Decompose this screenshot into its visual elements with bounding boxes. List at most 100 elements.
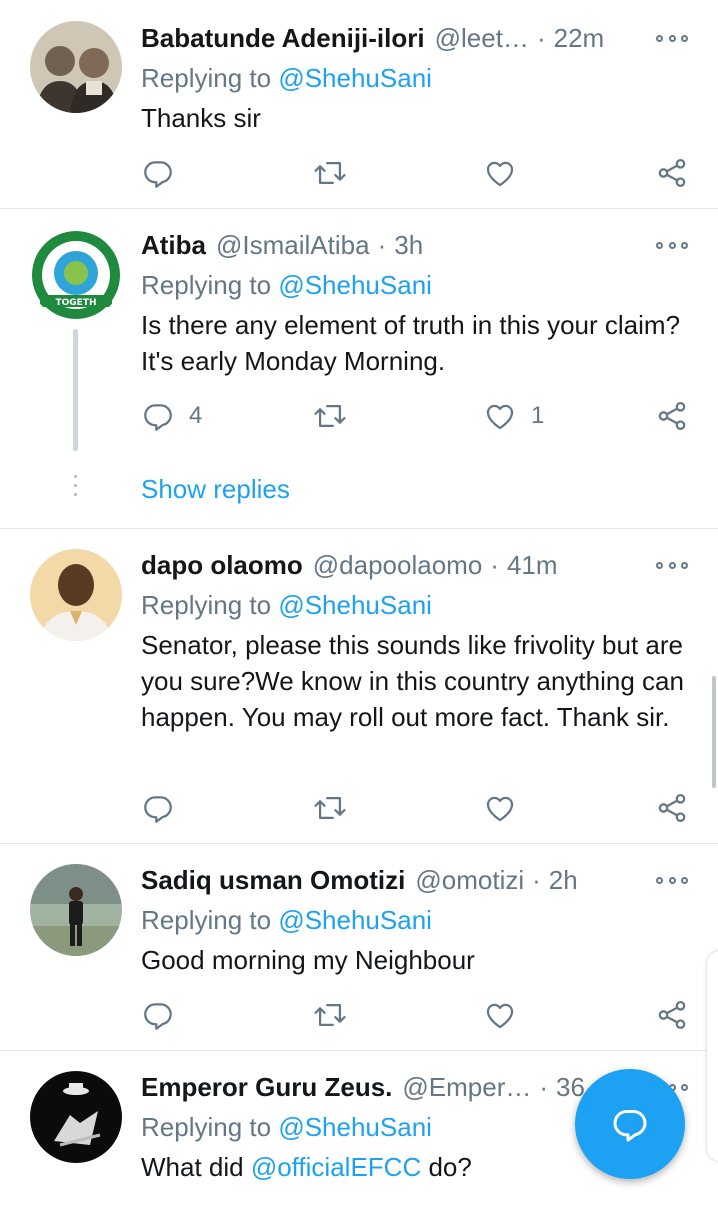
user-handle[interactable]: @leet… <box>435 23 529 54</box>
separator-dot: · <box>377 229 387 260</box>
tweet-actions <box>141 790 688 826</box>
tweet-text-suffix: do? <box>421 1152 472 1182</box>
separator-dot: · <box>539 1071 549 1102</box>
display-name[interactable]: Atiba <box>141 230 206 261</box>
more-options-icon[interactable] <box>656 555 688 575</box>
avatar[interactable] <box>30 864 122 956</box>
side-panel-edge <box>706 950 718 1162</box>
replying-to: Replying to @ShehuSani <box>141 1112 432 1143</box>
like-button[interactable] <box>483 790 531 826</box>
separator-dot: · <box>490 549 499 580</box>
timestamp[interactable]: 2h <box>549 865 578 896</box>
tweet-actions <box>141 997 688 1033</box>
tweet[interactable]: TOGETH Atiba @IsmailAtiba · 3h Replying … <box>0 209 718 529</box>
share-button[interactable] <box>655 398 689 434</box>
retweet-button[interactable] <box>313 997 347 1033</box>
replying-to-mention[interactable]: @ShehuSani <box>278 63 432 93</box>
heart-icon <box>483 399 517 433</box>
retweet-button[interactable] <box>313 790 347 826</box>
share-icon <box>655 156 689 190</box>
share-icon <box>655 791 689 825</box>
more-options-icon[interactable] <box>656 28 688 48</box>
retweet-button[interactable] <box>313 398 347 434</box>
reply-icon <box>141 399 175 433</box>
like-button[interactable] <box>483 997 531 1033</box>
tweet[interactable]: dapo olaomo @dapoolaomo · 41m Replying t… <box>0 529 718 844</box>
reply-button[interactable] <box>141 155 189 191</box>
retweet-icon <box>313 399 347 433</box>
tweet-mention[interactable]: @officialEFCC <box>251 1152 421 1182</box>
user-handle[interactable]: @IsmailAtiba <box>216 230 370 261</box>
reply-button[interactable]: 4 <box>141 398 202 434</box>
reply-count: 4 <box>189 402 203 429</box>
tweet-text-prefix: What did <box>141 1152 251 1182</box>
share-icon <box>655 998 689 1032</box>
display-name[interactable]: dapo olaomo <box>141 550 303 581</box>
retweet-button[interactable] <box>313 155 347 191</box>
share-button[interactable] <box>655 155 689 191</box>
avatar[interactable] <box>30 1071 122 1163</box>
timestamp[interactable]: 3h <box>394 230 423 261</box>
tweet-header: dapo olaomo @dapoolaomo · 41m <box>141 547 623 583</box>
retweet-icon <box>313 998 347 1032</box>
user-handle[interactable]: @dapoolaomo <box>313 550 483 581</box>
tweet-header: Sadiq usman Omotizi @omotizi · 2h <box>141 862 623 898</box>
tweet[interactable]: Sadiq usman Omotizi @omotizi · 2h Replyi… <box>0 844 718 1051</box>
replying-to-mention[interactable]: @ShehuSani <box>278 590 432 620</box>
replying-to-mention[interactable]: @ShehuSani <box>278 1112 432 1142</box>
heart-icon <box>483 156 517 190</box>
more-options-icon[interactable] <box>656 870 688 890</box>
scrollbar[interactable] <box>712 676 716 788</box>
user-handle[interactable]: @Emper… <box>402 1072 531 1103</box>
compose-reply-button[interactable] <box>575 1069 685 1179</box>
share-button[interactable] <box>655 790 689 826</box>
display-name[interactable]: Sadiq usman Omotizi <box>141 865 405 896</box>
heart-icon <box>483 791 517 825</box>
tweet-text: Thanks sir <box>141 103 261 133</box>
replying-to: Replying to @ShehuSani <box>141 905 432 936</box>
reply-icon <box>141 791 175 825</box>
thread-more-dots <box>74 475 77 502</box>
replying-to-label: Replying to <box>141 63 272 93</box>
separator-dot: · <box>536 22 546 53</box>
more-options-icon[interactable] <box>656 235 688 255</box>
reply-button[interactable] <box>141 997 189 1033</box>
like-button[interactable]: 1 <box>483 398 544 434</box>
tweet[interactable]: Babatunde Adeniji-ilori @leet… · 22m Rep… <box>0 0 718 209</box>
replying-to-label: Replying to <box>141 905 272 935</box>
display-name[interactable]: Babatunde Adeniji-ilori <box>141 23 425 54</box>
tweet-header: Atiba @IsmailAtiba · 3h <box>141 227 623 263</box>
tweet-header: Emperor Guru Zeus. @Emper… · 36 <box>141 1069 623 1105</box>
separator-dot: · <box>532 864 541 895</box>
like-button[interactable] <box>483 155 531 191</box>
replying-to: Replying to @ShehuSani <box>141 270 432 301</box>
tweet-header: Babatunde Adeniji-ilori @leet… · 22m <box>141 20 623 56</box>
reply-icon <box>141 156 175 190</box>
replying-to-label: Replying to <box>141 590 272 620</box>
tweet-actions: 4 1 <box>141 398 688 434</box>
tweet-text: Is there any element of truth in this yo… <box>141 310 681 376</box>
share-button[interactable] <box>655 997 689 1033</box>
timestamp[interactable]: 41m <box>507 550 558 581</box>
tweet-text: Senator, please this sounds like frivoli… <box>141 630 684 732</box>
thread-line <box>73 329 78 451</box>
replying-to-label: Replying to <box>141 1112 272 1142</box>
share-icon <box>655 399 689 433</box>
compose-reply-icon <box>613 1110 647 1142</box>
user-handle[interactable]: @omotizi <box>415 865 524 896</box>
replying-to: Replying to @ShehuSani <box>141 63 432 94</box>
avatar[interactable] <box>30 21 122 113</box>
show-replies-link[interactable]: Show replies <box>141 474 290 505</box>
like-count: 1 <box>531 402 545 429</box>
replying-to-mention[interactable]: @ShehuSani <box>278 270 432 300</box>
timestamp[interactable]: 22m <box>554 23 605 54</box>
avatar[interactable]: TOGETH <box>30 229 122 321</box>
replying-to-mention[interactable]: @ShehuSani <box>278 905 432 935</box>
heart-icon <box>483 998 517 1032</box>
reply-button[interactable] <box>141 790 189 826</box>
display-name[interactable]: Emperor Guru Zeus. <box>141 1072 392 1103</box>
tweet-text: Good morning my Neighbour <box>141 945 475 975</box>
reply-icon <box>141 998 175 1032</box>
avatar[interactable] <box>30 549 122 641</box>
retweet-icon <box>313 156 347 190</box>
